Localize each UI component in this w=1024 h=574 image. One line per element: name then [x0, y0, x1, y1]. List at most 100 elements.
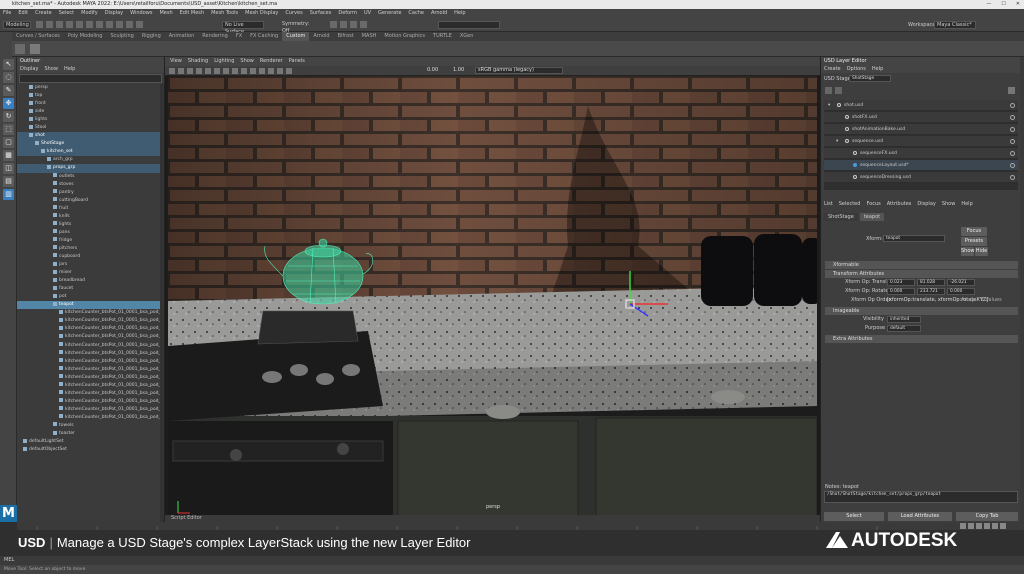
hide-button[interactable]: Hide: [975, 247, 988, 256]
translate-x-input[interactable]: 0.023: [887, 279, 915, 286]
outliner-item[interactable]: kitchenCounter_btsPot_01_0001_bsa_pod_07: [17, 358, 164, 366]
layer-row[interactable]: sequenceDressing.usd: [824, 172, 1018, 183]
layout-four-icon[interactable]: ▦: [3, 150, 14, 161]
xform-name-input[interactable]: teapot: [883, 235, 945, 242]
live-surface-field[interactable]: No Live Surface: [222, 21, 264, 35]
outliner-item[interactable]: kitchenCounter_btsPot_01_0001_bsa_pod_13: [17, 406, 164, 414]
layer-row[interactable]: ▾ shot.usd: [824, 100, 1018, 111]
outliner-menu-show[interactable]: Show: [44, 65, 58, 73]
grid-icon[interactable]: [205, 68, 211, 74]
viewport-menu-show[interactable]: Show: [240, 57, 254, 66]
outliner-item[interactable]: defaultObjectSet: [17, 446, 164, 454]
menu-modify[interactable]: Modify: [81, 9, 98, 18]
lights-icon[interactable]: [259, 68, 265, 74]
go-end-icon[interactable]: [1000, 523, 1006, 529]
outliner-item[interactable]: cupboard: [17, 253, 164, 261]
outliner-item[interactable]: faucet: [17, 285, 164, 293]
layer-status-icon[interactable]: [845, 114, 849, 119]
outliner-item[interactable]: pantry: [17, 189, 164, 197]
snap-curve-icon[interactable]: [126, 21, 133, 28]
scale-tool-icon[interactable]: ⬚: [3, 124, 14, 135]
prim-path-field[interactable]: /Shot/ShotStage/kitchen_set/props_grp/te…: [824, 491, 1018, 503]
layout-outliner-icon[interactable]: ▤: [3, 176, 14, 187]
shelf-tab-fx-caching[interactable]: FX Caching: [246, 32, 282, 41]
shelf-tab-sculpting[interactable]: Sculpting: [106, 32, 137, 41]
purpose-dropdown[interactable]: default: [887, 325, 921, 332]
outliner-item[interactable]: pot: [17, 293, 164, 301]
presets-button[interactable]: Presets: [961, 237, 987, 246]
outliner-menu-help[interactable]: Help: [64, 65, 75, 73]
outliner-item[interactable]: arch_grp: [17, 156, 164, 164]
outliner-item[interactable]: cuttingBoard: [17, 197, 164, 205]
shelf-tab-rigging[interactable]: Rigging: [138, 32, 165, 41]
outliner-item[interactable]: kitchenCounter_btsPot_01_0001_bsa_pod_11: [17, 390, 164, 398]
move-tool-icon[interactable]: ✥: [3, 98, 14, 109]
load-attributes-button[interactable]: Load Attributes: [888, 512, 952, 521]
outliner-item[interactable]: pans: [17, 229, 164, 237]
shelf-tab-custom[interactable]: Custom: [282, 32, 310, 41]
outliner-item[interactable]: defaultLightSet: [17, 438, 164, 446]
viewport-menu-view[interactable]: View: [170, 57, 182, 66]
copy-tab-button[interactable]: Copy Tab: [956, 512, 1018, 521]
new-scene-icon[interactable]: [36, 21, 43, 28]
snap-point-icon[interactable]: [136, 21, 143, 28]
shelf-tab-poly-modeling[interactable]: Poly Modeling: [64, 32, 107, 41]
script-editor-bar[interactable]: Script Editor: [165, 515, 820, 522]
rotate-y-input[interactable]: 233.721: [917, 288, 945, 295]
outliner-item[interactable]: kitchenCounter_btsPot_01_0001_bsa_pod_03: [17, 325, 164, 333]
step-back-icon[interactable]: [968, 523, 974, 529]
workspace-dropdown[interactable]: Maya Classic*: [934, 21, 976, 29]
snap-grid-icon[interactable]: [116, 21, 123, 28]
menu-mesh-display[interactable]: Mesh Display: [245, 9, 278, 18]
viewport-menu-panels[interactable]: Panels: [289, 57, 305, 66]
maximize-button[interactable]: ☐: [1001, 0, 1005, 9]
rotate-z-input[interactable]: 0.000: [947, 288, 975, 295]
outliner-item[interactable]: mixer: [17, 269, 164, 277]
shelf-tab-arnold[interactable]: Arnold: [309, 32, 333, 41]
shelf-tab-bifrost[interactable]: Bifrost: [334, 32, 358, 41]
shelf-tab-curves-surfaces[interactable]: Curves / Surfaces: [12, 32, 64, 41]
menu-set-dropdown[interactable]: Modeling: [3, 21, 31, 29]
color-space-dropdown[interactable]: sRGB gamma (legacy): [475, 67, 563, 74]
layer-row[interactable]: sequenceFX.usd: [824, 148, 1018, 159]
layer-row[interactable]: sequenceLayout.usd*: [824, 160, 1018, 171]
outliner-item[interactable]: ShotStage: [17, 140, 164, 149]
outliner-item[interactable]: knifs: [17, 213, 164, 221]
play-back-icon[interactable]: [976, 523, 982, 529]
layer-editor-menu-help[interactable]: Help: [872, 65, 883, 73]
select-hierarchy-icon[interactable]: [86, 21, 93, 28]
attribute-tab-shotstage[interactable]: ShotStage: [824, 213, 858, 221]
menu-arnold[interactable]: Arnold: [431, 9, 447, 18]
menu-cache[interactable]: Cache: [408, 9, 424, 18]
bookmark-icon[interactable]: [187, 68, 193, 74]
mute-toggle-icon[interactable]: [1010, 103, 1015, 108]
shelf-tab-animation[interactable]: Animation: [165, 32, 199, 41]
outliner-menu-display[interactable]: Display: [20, 65, 38, 73]
mute-toggle-icon[interactable]: [1010, 139, 1015, 144]
outliner-item[interactable]: kitchenCounter_btsPot_01_0001_bsa_pod_12: [17, 398, 164, 406]
outliner-item[interactable]: side: [17, 108, 164, 116]
outliner-item[interactable]: kitchenCounter_btsPot_01_0001_bsa_pod_01: [17, 309, 164, 317]
shelf-tool-icon[interactable]: [30, 44, 40, 54]
section-transform-attributes[interactable]: Transform Attributes: [825, 270, 1018, 278]
focus-button[interactable]: Focus: [961, 227, 987, 236]
layer-row[interactable]: shotAnimationBake.usd: [824, 124, 1018, 135]
layer-row[interactable]: shotFX.usd: [824, 112, 1018, 123]
select-button[interactable]: Select: [824, 512, 884, 521]
layer-status-icon[interactable]: [837, 102, 841, 107]
camera-select-icon[interactable]: [169, 68, 175, 74]
menu-file[interactable]: File: [3, 9, 11, 18]
visibility-dropdown[interactable]: inherited: [887, 316, 921, 323]
menu-windows[interactable]: Windows: [130, 9, 152, 18]
camera-attributes-icon[interactable]: [178, 68, 184, 74]
section-imageable[interactable]: Imageable: [825, 307, 1018, 315]
outliner-item[interactable]: kitchenCounter_btsPot_01_0001_bsa_pod_04: [17, 333, 164, 341]
section-xformable[interactable]: Xformable: [825, 261, 1018, 269]
layer-status-icon[interactable]: [845, 126, 849, 131]
symmetry-label[interactable]: Symmetry: Off: [280, 21, 320, 34]
select-tool-icon[interactable]: ↖: [3, 59, 14, 70]
layer-editor-menu-options[interactable]: Options: [847, 65, 866, 73]
textured-icon[interactable]: [250, 68, 256, 74]
isolate-select-icon[interactable]: [286, 68, 292, 74]
layer-status-icon[interactable]: [853, 174, 857, 179]
